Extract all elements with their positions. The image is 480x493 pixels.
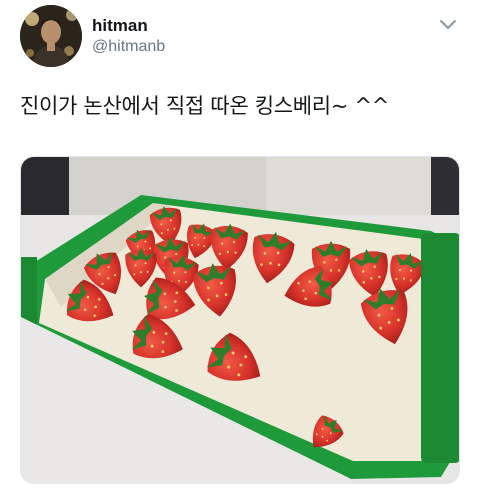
tweet-media-photo[interactable] xyxy=(20,156,460,484)
avatar[interactable] xyxy=(20,5,82,67)
tweet-text: 진이가 논산에서 직접 따온 킹스베리~ ^^ xyxy=(20,94,390,118)
avatar-photo xyxy=(20,5,82,67)
user-handle[interactable]: @hitmanb xyxy=(92,36,165,58)
chevron-down-icon[interactable] xyxy=(438,18,458,32)
user-names: hitman @hitmanb xyxy=(92,16,165,58)
tweet-header: hitman @hitmanb xyxy=(20,5,460,69)
strawberries-photo xyxy=(21,157,459,483)
display-name[interactable]: hitman xyxy=(92,16,165,36)
